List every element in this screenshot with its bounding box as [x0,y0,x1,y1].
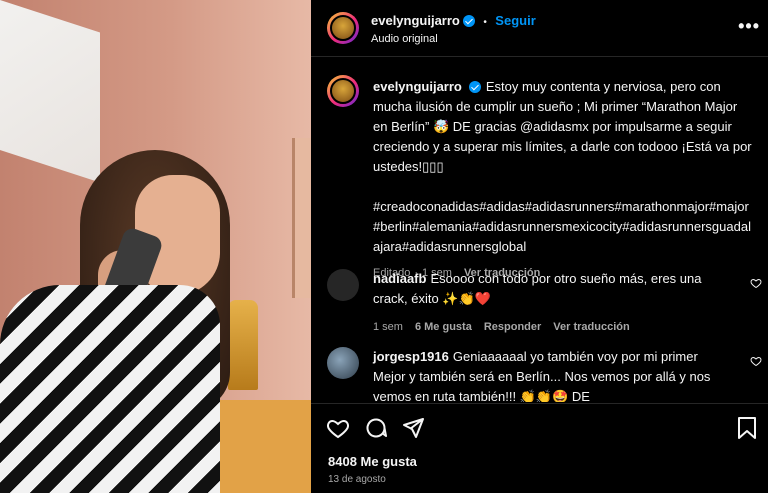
caption-hashtags[interactable]: #creadoconadidas#adidas#adidasrunners#ma… [373,197,753,257]
bookmark-icon[interactable] [736,416,758,440]
photo-window [0,0,100,183]
comment-username[interactable]: nadiaafb [373,271,426,286]
more-options-icon[interactable]: ••• [738,16,760,37]
comment: jorgesp1916 Geniaaaaaal yo también voy po… [373,347,733,402]
photo-trophy [228,300,258,390]
caption-username[interactable]: evelynguijarro [373,79,462,94]
comment-like-heart-icon[interactable] [750,355,762,367]
post-panel: evelynguijarro • Seguir Audio original •… [311,0,768,493]
share-icon[interactable] [401,416,425,440]
comment-translate-link[interactable]: Ver traducción [553,321,629,333]
verified-icon [462,15,475,27]
comment-time[interactable]: 1 sem [373,321,403,333]
likes-count[interactable]: 8408 Me gusta [328,454,417,469]
comments-section: evelynguijarro Estoy muy contenta y nervi… [311,57,768,402]
post-date[interactable]: 13 de agosto [328,474,386,485]
comment-username[interactable]: jorgesp1916 [373,349,449,364]
reply-button[interactable]: Responder [484,321,541,333]
post-photo[interactable] [0,0,311,493]
header-text: evelynguijarro • Seguir Audio original [371,12,536,45]
photo-sofa [210,400,311,493]
verified-icon [468,81,481,93]
comment-avatar[interactable] [327,347,359,379]
action-bar [311,403,768,450]
like-heart-icon[interactable] [326,416,350,440]
comment-meta: 1 sem 6 Me gusta Responder Ver traducción [373,317,733,337]
audio-link[interactable]: Audio original [371,33,536,45]
comment-like-heart-icon[interactable] [750,277,762,289]
author-username[interactable]: evelynguijarro [371,13,460,28]
comment: nadiaafb Esoooo con todo por otro sueño m… [373,269,733,337]
caption-avatar[interactable] [327,75,359,107]
photo-shirt [0,285,220,493]
comment-likes[interactable]: 6 Me gusta [415,321,472,333]
separator-dot: • [483,17,487,28]
follow-button[interactable]: Seguir [495,13,535,28]
comment-icon[interactable] [364,416,388,440]
caption: evelynguijarro Estoy muy contenta y nervi… [373,77,753,283]
comment-avatar[interactable] [327,269,359,301]
post-header: evelynguijarro • Seguir Audio original •… [311,0,768,57]
author-avatar[interactable] [327,12,359,44]
photo-picture-frame [292,138,311,298]
